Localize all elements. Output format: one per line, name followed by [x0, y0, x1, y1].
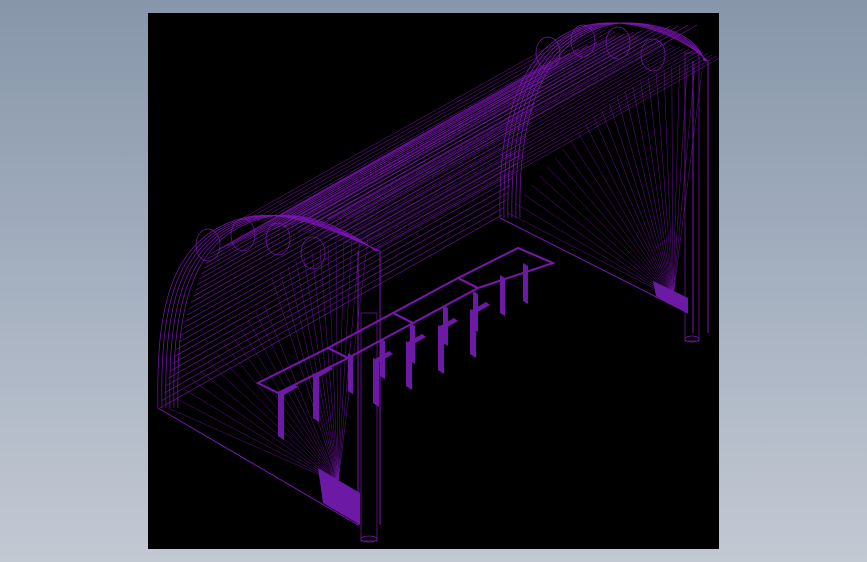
- seat: [443, 305, 448, 346]
- seat: [500, 275, 505, 316]
- seat: [380, 338, 385, 379]
- wireframe-model: [157, 22, 719, 543]
- seat: [523, 263, 528, 304]
- seat: [278, 384, 298, 440]
- seat: [410, 323, 415, 364]
- left-end-base: [318, 468, 360, 525]
- seat: [406, 334, 426, 390]
- end-fan-lines: [167, 62, 704, 484]
- cad-viewport[interactable]: [148, 13, 719, 549]
- seat: [473, 291, 478, 332]
- posts: [360, 52, 700, 543]
- seat: [348, 353, 353, 394]
